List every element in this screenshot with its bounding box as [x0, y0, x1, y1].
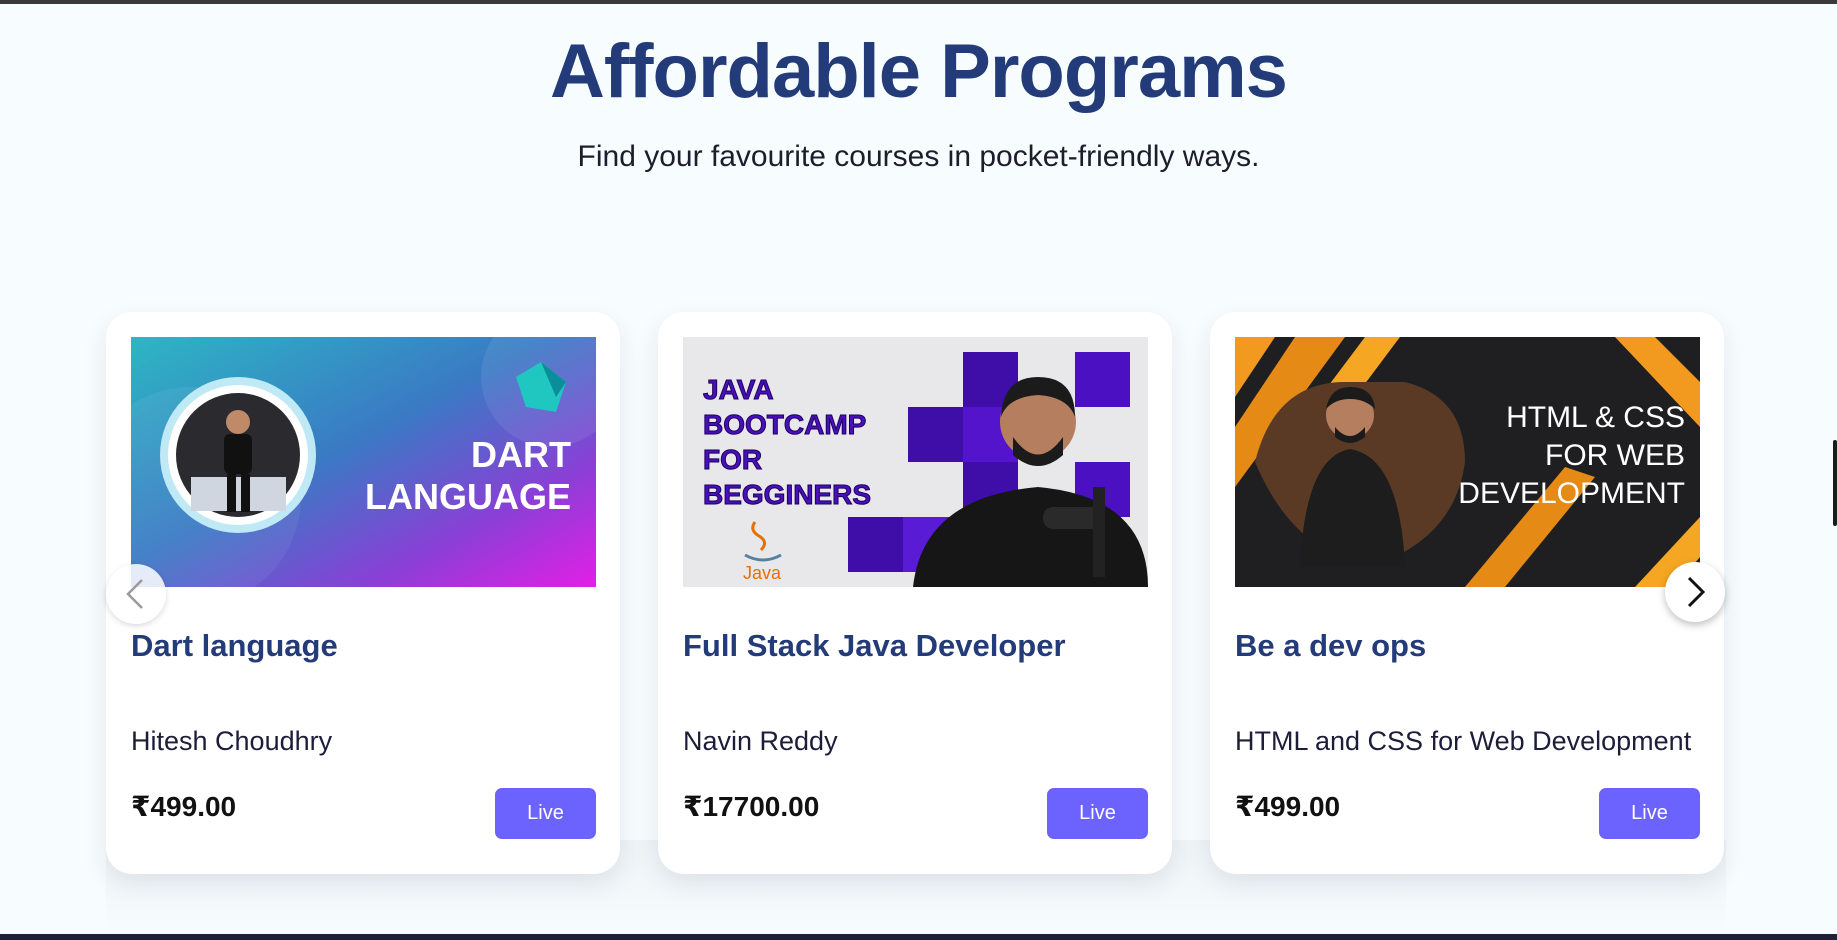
carousel-prev-button[interactable] — [106, 564, 166, 624]
chevron-left-icon — [126, 579, 143, 609]
top-border — [0, 0, 1837, 4]
course-title[interactable]: Be a dev ops — [1235, 628, 1426, 664]
thumbnail-line: FOR WEB — [1545, 439, 1685, 472]
section-subtitle: Find your favourite courses in pocket-fr… — [577, 140, 1260, 173]
course-title[interactable]: Dart language — [131, 628, 338, 664]
live-button[interactable]: Live — [495, 788, 596, 839]
section-title: Affordable Programs — [550, 29, 1288, 114]
dart-thumbnail-image: DART LANGUAGE — [131, 337, 596, 587]
thumbnail-line: FOR — [703, 444, 762, 475]
htmlcss-thumbnail-image: HTML & CSS FOR WEB DEVELOPMENT — [1235, 337, 1700, 587]
course-card[interactable]: DART LANGUAGE Dart language Hitesh Choud… — [106, 312, 620, 874]
thumbnail-line: LANGUAGE — [365, 476, 571, 517]
scrollbar[interactable] — [1833, 440, 1837, 526]
course-thumbnail[interactable]: DART LANGUAGE — [131, 337, 596, 587]
thumbnail-line: HTML & CSS — [1506, 401, 1685, 434]
course-author: HTML and CSS for Web Development — [1235, 726, 1692, 756]
course-thumbnail[interactable]: JAVA BOOTCAMP FOR BEGGINERS Java — [683, 337, 1148, 587]
live-button[interactable]: Live — [1599, 788, 1700, 839]
carousel-next-button[interactable] — [1665, 562, 1725, 622]
live-button[interactable]: Live — [1047, 788, 1148, 839]
course-price: ₹17700.00 — [683, 791, 820, 822]
thumbnail-line: DART — [471, 434, 571, 475]
course-author: Hitesh Choudhry — [131, 726, 333, 756]
course-price: ₹499.00 — [1235, 791, 1341, 822]
course-price: ₹499.00 — [131, 791, 237, 822]
course-title[interactable]: Full Stack Java Developer — [683, 628, 1066, 664]
course-card[interactable]: JAVA BOOTCAMP FOR BEGGINERS Java Full St… — [658, 312, 1172, 874]
thumbnail-line: BOOTCAMP — [703, 409, 866, 440]
thumbnail-line: DEVELOPMENT — [1458, 477, 1685, 510]
java-thumbnail-image: JAVA BOOTCAMP FOR BEGGINERS Java — [683, 337, 1148, 587]
chevron-right-icon — [1687, 576, 1706, 608]
bottom-border — [0, 934, 1837, 940]
java-logo-text: Java — [743, 563, 782, 583]
course-thumbnail[interactable]: HTML & CSS FOR WEB DEVELOPMENT — [1235, 337, 1700, 587]
thumbnail-line: JAVA — [703, 374, 774, 405]
course-card[interactable]: HTML & CSS FOR WEB DEVELOPMENT Be a dev … — [1210, 312, 1724, 874]
course-author: Navin Reddy — [683, 726, 838, 756]
thumbnail-line: BEGGINERS — [703, 479, 871, 510]
